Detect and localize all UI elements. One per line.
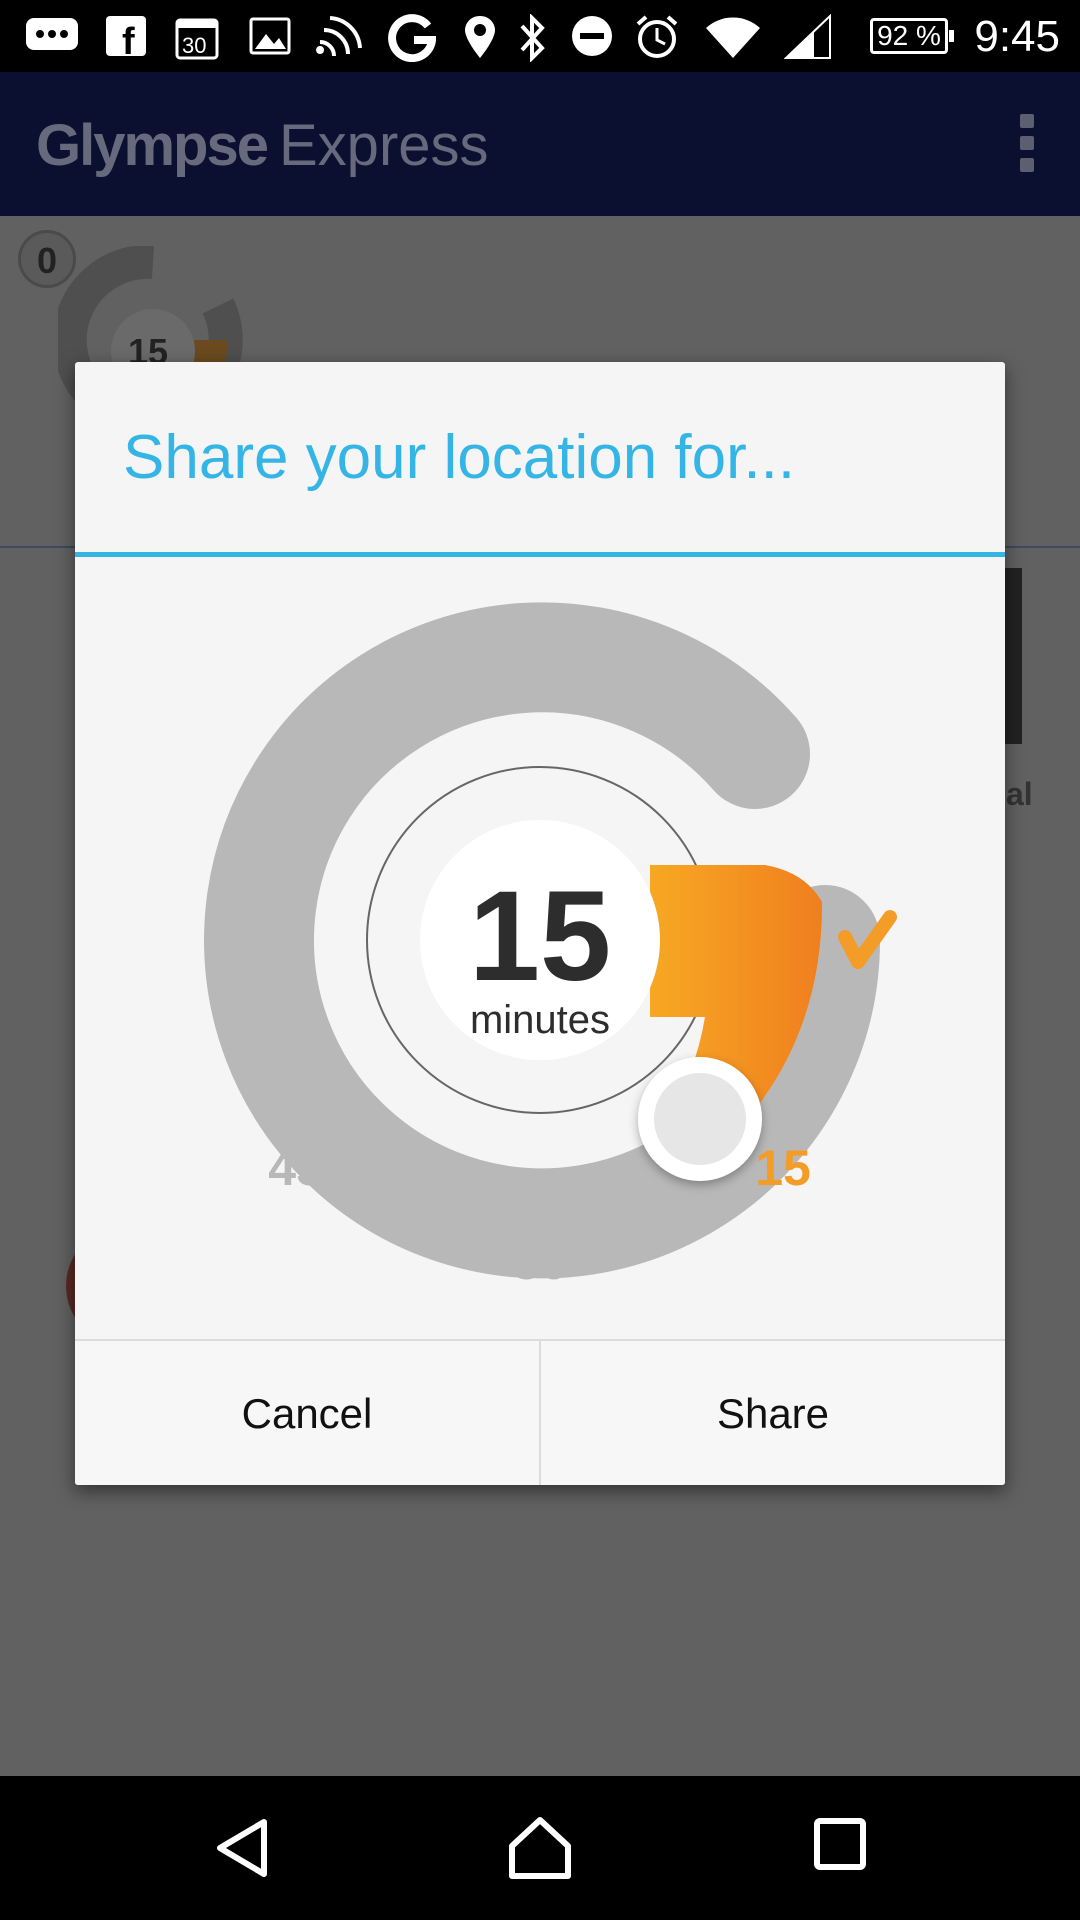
home-icon[interactable] [506, 1816, 574, 1880]
google-icon [388, 14, 436, 62]
overflow-menu-icon[interactable] [1020, 114, 1040, 174]
recents-icon[interactable] [812, 1816, 868, 1872]
tick-3[interactable]: 3 [526, 595, 554, 651]
app-bar: Glympse Express [0, 72, 1080, 216]
do-not-disturb-icon [572, 16, 612, 56]
status-bar: f 30 92 % 9:45 [0, 0, 1080, 72]
cast-icon [316, 16, 362, 57]
tick-2[interactable]: 2 [296, 690, 324, 746]
dial-drag-handle[interactable] [638, 1057, 762, 1181]
navigation-bar [0, 1776, 1080, 1920]
app-logo: Glympse Express [36, 112, 489, 179]
tick-4[interactable]: 4 [755, 690, 783, 746]
selected-duration-unit: minutes [470, 998, 610, 1042]
wifi-icon [706, 17, 760, 58]
cell-signal-icon [784, 14, 831, 59]
share-button[interactable]: Share [539, 1341, 1005, 1485]
duration-dial[interactable]: 15 minutes 3 4 15 30 45 1 2 [75, 557, 1005, 1339]
bluetooth-icon [520, 14, 545, 62]
tick-15[interactable]: 15 [755, 1140, 811, 1196]
battery-level: 92 % [877, 20, 941, 51]
tick-30[interactable]: 30 [512, 1234, 568, 1290]
battery-icon: 92 % [870, 18, 954, 54]
gallery-icon [249, 17, 291, 55]
clock: 9:45 [974, 12, 1060, 61]
tick-45[interactable]: 45 [268, 1140, 324, 1196]
alarm-icon [636, 15, 678, 58]
calendar-icon: 30 [175, 18, 219, 60]
dialog-button-row: Cancel Share [75, 1339, 1005, 1485]
back-icon[interactable] [212, 1816, 272, 1880]
facebook-icon: f [106, 16, 146, 58]
dialog-title: Share your location for... [123, 423, 796, 492]
svg-text:30: 30 [182, 33, 206, 58]
messages-icon [26, 18, 78, 50]
brand-name: Glympse [36, 113, 269, 178]
app-subtitle: Express [279, 113, 489, 178]
cancel-button[interactable]: Cancel [75, 1341, 539, 1485]
svg-text:f: f [122, 21, 135, 58]
tick-1[interactable]: 1 [206, 912, 234, 968]
background-partial-text: al [1006, 776, 1033, 812]
selected-duration-value: 15 [469, 865, 611, 1008]
share-duration-dialog: Share your location for... 15 minutes 3 … [75, 362, 1005, 1485]
location-icon [465, 16, 495, 58]
